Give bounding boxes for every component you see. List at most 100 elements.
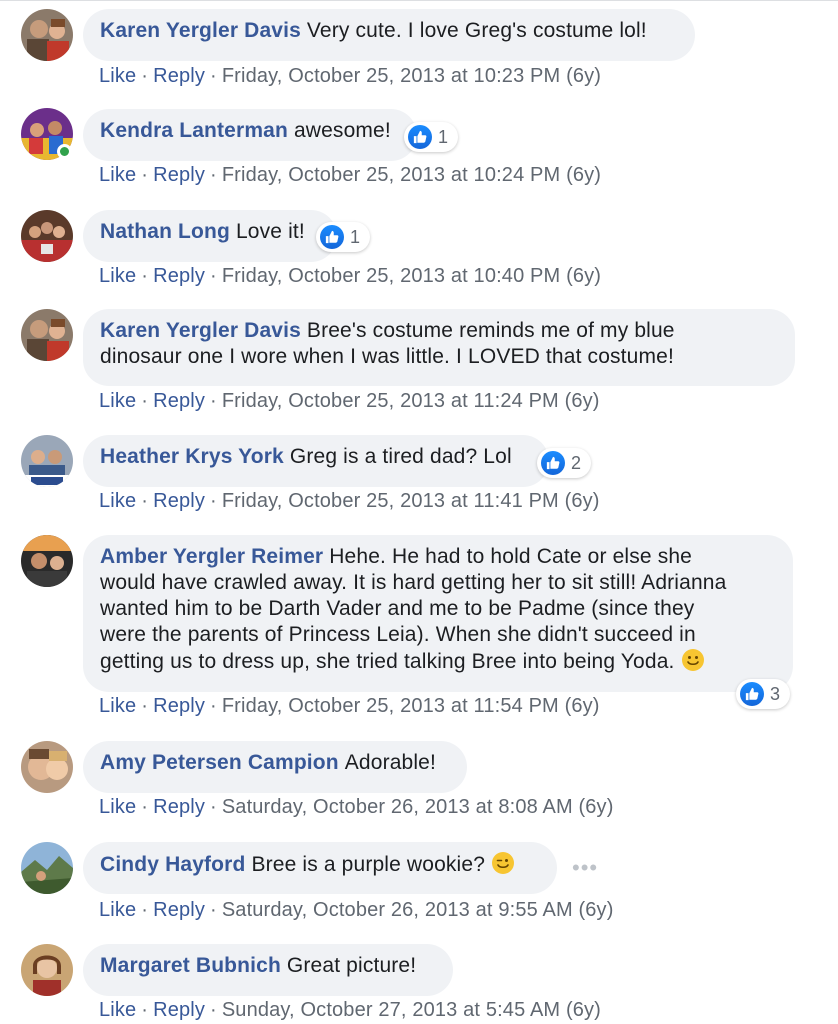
comment-text-line: Bree's costume reminds me of my blue	[306, 319, 675, 342]
reply-link[interactable]: Reply	[153, 999, 205, 1021]
comment-actions: Like · Reply · Friday, October 25, 2013 at 1…	[99, 264, 601, 288]
reaction-count[interactable]: 3	[736, 679, 791, 709]
comment-bubble: Karen Yergler Davis Very cute. I love Gre…	[83, 9, 695, 61]
comment-text: Greg is a tired dad? Lol	[289, 445, 512, 468]
comment-author-link[interactable]: Amy Petersen Campion	[100, 751, 339, 774]
like-link[interactable]: Like	[99, 796, 136, 818]
comment-text-line: Hehe. He had to hold Cate or else she	[329, 545, 693, 568]
reply-link[interactable]: Reply	[153, 164, 205, 186]
comment-author-link[interactable]: Karen Yergler Davis	[100, 19, 301, 42]
like-reaction-icon	[320, 225, 344, 249]
separator: ·	[141, 164, 149, 186]
separator: ·	[210, 164, 217, 186]
comment-actions: Like · Reply · Sunday, October 27, 2013 at 5…	[99, 998, 601, 1022]
comment-bubble: Margaret Bubnich Great picture!	[83, 944, 453, 996]
comment-actions: Like · Reply · Friday, October 25, 2013 at 1…	[99, 694, 600, 718]
avatar[interactable]	[21, 435, 73, 487]
comment-bubble: Amber Yergler Reimer Hehe. He had to hold…	[83, 535, 793, 692]
comment-text-line: would have crawled away. It is hard gett…	[100, 571, 727, 594]
timestamp[interactable]: Friday, October 25, 2013 at 11:54 PM (6y…	[222, 695, 600, 717]
timestamp[interactable]: Saturday, October 26, 2013 at 8:08 AM (6…	[222, 796, 614, 818]
comment-text: Very cute. I love Greg's costume lol!	[306, 19, 647, 42]
like-link[interactable]: Like	[99, 390, 136, 412]
reply-link[interactable]: Reply	[153, 390, 205, 412]
reaction-count[interactable]: 1	[404, 122, 459, 152]
like-link[interactable]: Like	[99, 164, 136, 186]
comment-text: Great picture!	[286, 954, 417, 977]
like-link[interactable]: Like	[99, 65, 136, 87]
separator: ·	[141, 999, 149, 1021]
like-link[interactable]: Like	[99, 695, 136, 717]
comment-text-line: dinosaur one I wore when I was little. I…	[100, 345, 674, 368]
comment-author-link[interactable]: Heather Krys York	[100, 445, 284, 468]
like-link[interactable]: Like	[99, 899, 136, 921]
comment-text-line: getting us to dress up, she tried talkin…	[100, 650, 675, 673]
like-link[interactable]: Like	[99, 490, 136, 512]
reply-link[interactable]: Reply	[153, 796, 205, 818]
avatar[interactable]	[21, 210, 73, 262]
comment-actions: Like · Reply · Friday, October 25, 2013 at 1…	[99, 64, 601, 88]
comment-bubble: Kendra Lanterman awesome!	[83, 109, 417, 161]
timestamp[interactable]: Sunday, October 27, 2013 at 5:45 AM (6y)	[222, 999, 601, 1021]
separator: ·	[210, 999, 217, 1021]
more-options-icon[interactable]: •••	[572, 855, 598, 881]
comment-bubble: Amy Petersen Campion Adorable!	[83, 741, 467, 793]
reply-link[interactable]: Reply	[153, 490, 205, 512]
reply-link[interactable]: Reply	[153, 899, 205, 921]
separator: ·	[210, 490, 217, 512]
reaction-count[interactable]: 1	[316, 222, 371, 252]
comment-text: Bree is a purple wookie?	[251, 853, 486, 876]
reply-link[interactable]: Reply	[153, 265, 205, 287]
comment-text: Adorable!	[344, 751, 436, 774]
timestamp[interactable]: Saturday, October 26, 2013 at 9:55 AM (6…	[222, 899, 614, 921]
comment-author-link[interactable]: Margaret Bubnich	[100, 954, 281, 977]
separator: ·	[210, 65, 217, 87]
like-link[interactable]: Like	[99, 999, 136, 1021]
like-reaction-icon	[408, 125, 432, 149]
like-link[interactable]: Like	[99, 265, 136, 287]
comment-author-link[interactable]: Cindy Hayford	[100, 853, 245, 876]
comment-actions: Like · Reply · Friday, October 25, 2013 at 1…	[99, 163, 601, 187]
avatar[interactable]	[21, 842, 73, 894]
reaction-count[interactable]: 2	[537, 448, 592, 478]
separator: ·	[141, 899, 149, 921]
separator: ·	[210, 899, 217, 921]
timestamp[interactable]: Friday, October 25, 2013 at 11:24 PM (6y…	[222, 390, 600, 412]
comment-bubble: Karen Yergler Davis Bree's costume remind…	[83, 309, 795, 386]
separator: ·	[141, 65, 149, 87]
comment-text-line: were the parents of Princess Leia). When…	[100, 623, 696, 646]
comment-text: awesome!	[293, 119, 391, 142]
separator: ·	[210, 796, 217, 818]
comment-author-link[interactable]: Karen Yergler Davis	[100, 319, 301, 342]
avatar[interactable]	[21, 9, 73, 61]
separator: ·	[141, 390, 149, 412]
comment-bubble: Nathan Long Love it!	[83, 210, 337, 262]
reply-link[interactable]: Reply	[153, 65, 205, 87]
comment-author-link[interactable]: Nathan Long	[100, 220, 230, 243]
comment-author-link[interactable]: Amber Yergler Reimer	[100, 545, 323, 568]
separator: ·	[210, 265, 217, 287]
reaction-number: 3	[770, 683, 781, 704]
comment-bubble: Heather Krys York Greg is a tired dad? Lo…	[83, 435, 549, 487]
avatar[interactable]	[21, 535, 73, 587]
separator: ·	[141, 695, 149, 717]
comment-author-link[interactable]: Kendra Lanterman	[100, 119, 288, 142]
avatar[interactable]	[21, 309, 73, 361]
avatar[interactable]	[21, 944, 73, 996]
timestamp[interactable]: Friday, October 25, 2013 at 10:40 PM (6y…	[222, 265, 601, 287]
separator: ·	[210, 390, 217, 412]
comment-bubble: Cindy Hayford Bree is a purple wookie?	[83, 842, 557, 894]
avatar[interactable]	[21, 741, 73, 793]
winking-face-emoji	[491, 851, 515, 882]
reply-link[interactable]: Reply	[153, 695, 205, 717]
comment-actions: Like · Reply · Friday, October 25, 2013 at 1…	[99, 489, 600, 513]
separator: ·	[141, 796, 149, 818]
timestamp[interactable]: Friday, October 25, 2013 at 10:24 PM (6y…	[222, 164, 601, 186]
like-reaction-icon	[740, 682, 764, 706]
online-status-indicator	[57, 144, 72, 159]
timestamp[interactable]: Friday, October 25, 2013 at 11:41 PM (6y…	[222, 490, 600, 512]
timestamp[interactable]: Friday, October 25, 2013 at 10:23 PM (6y…	[222, 65, 601, 87]
comment-text: Love it!	[235, 220, 305, 243]
smiling-face-emoji	[681, 648, 705, 679]
reaction-number: 2	[571, 452, 582, 473]
